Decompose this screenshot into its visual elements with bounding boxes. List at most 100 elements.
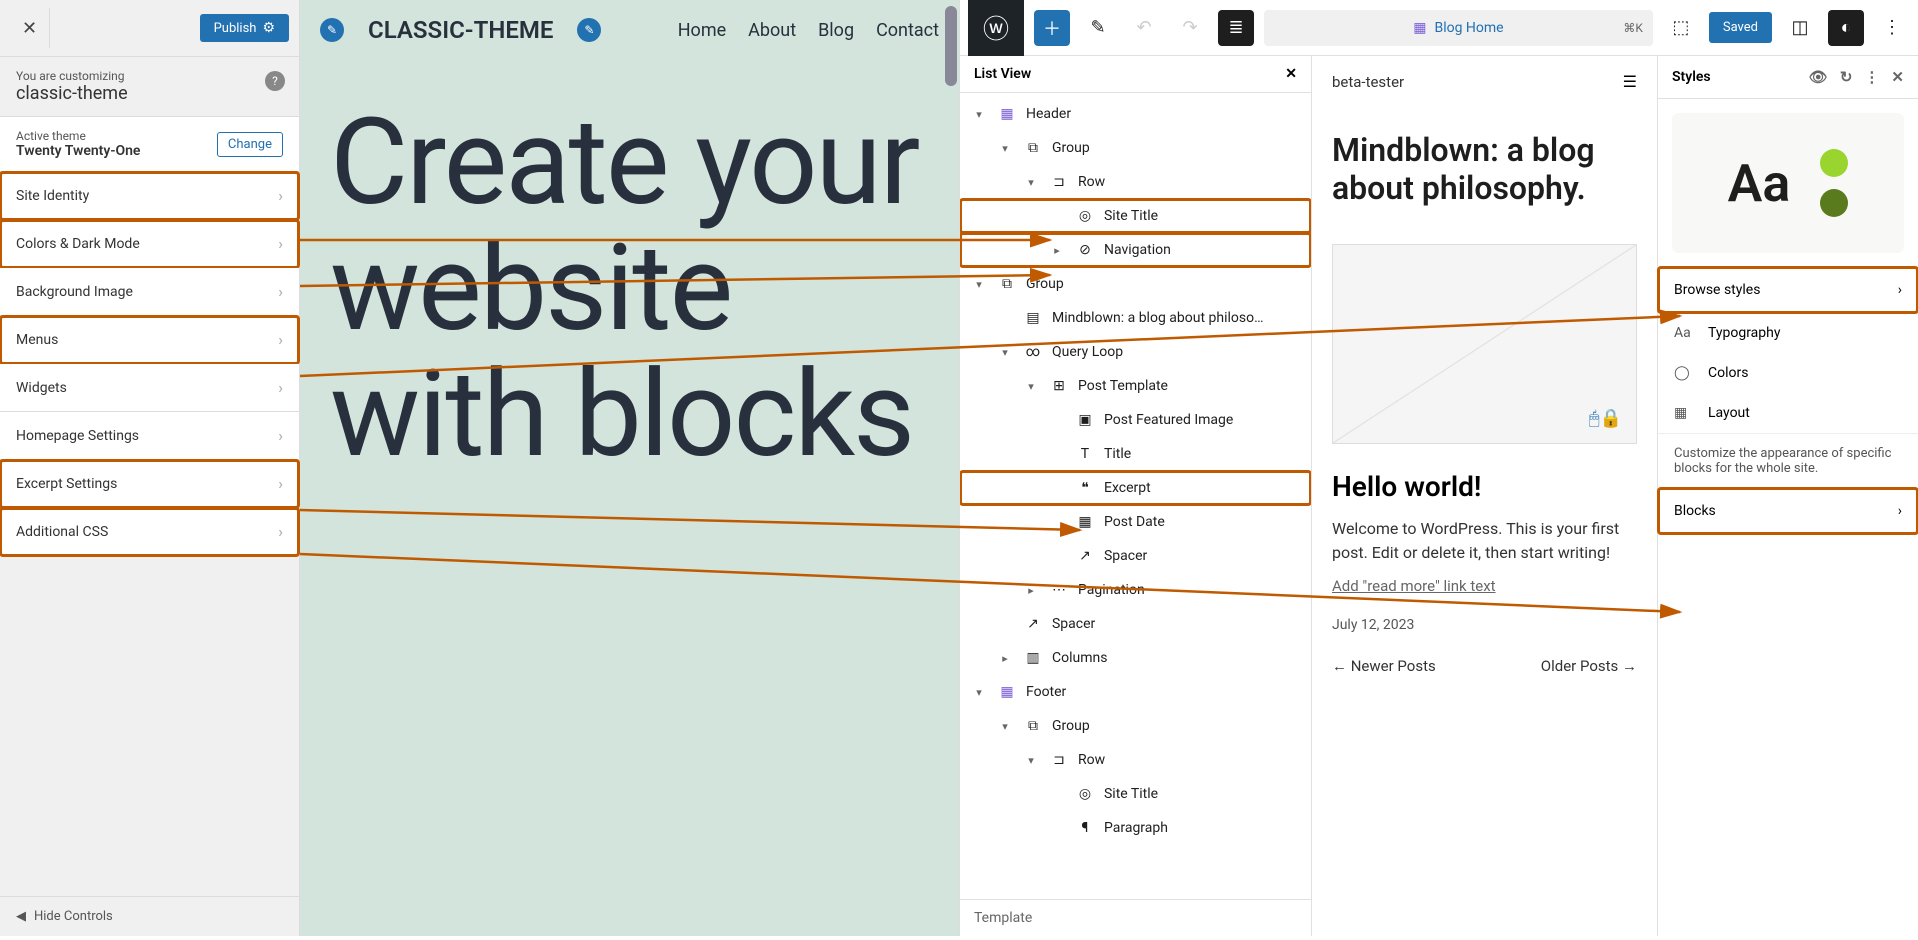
saved-button[interactable]: Saved (1709, 12, 1772, 43)
canvas-heading[interactable]: Mindblown: a blog about philosophy. (1312, 107, 1657, 232)
edit-shortcut-icon[interactable]: ✎ (577, 18, 601, 42)
menu-icon[interactable]: ☰ (1623, 72, 1637, 91)
canvas-site-title[interactable]: beta-tester (1332, 73, 1404, 91)
nav-link-contact[interactable]: Contact (876, 20, 939, 41)
block-icon: ▦ (996, 681, 1018, 703)
tree-post-featured-image[interactable]: ▣Post Featured Image (960, 403, 1311, 437)
tree-group[interactable]: ▾⧉Group (960, 131, 1311, 165)
styles-toggle[interactable]: ◐ (1828, 10, 1864, 46)
block-icon: ⋯ (1048, 579, 1070, 601)
tree-site-title[interactable]: ◎Site Title (960, 777, 1311, 811)
settings-toggle[interactable]: ◫ (1782, 10, 1818, 46)
tree-spacer[interactable]: ↗Spacer (960, 539, 1311, 573)
options-menu[interactable]: ⋮ (1874, 10, 1910, 46)
list-view-toggle[interactable]: ≣ (1218, 10, 1254, 46)
customizer-item-excerpt-settings[interactable]: Excerpt Settings› (0, 460, 299, 508)
block-icon: ⊞ (1048, 375, 1070, 397)
tree-mindblown-a-blog-about-philoso-[interactable]: ▤Mindblown: a blog about philoso… (960, 301, 1311, 335)
canvas-post-title[interactable]: Hello world! (1312, 456, 1657, 517)
editor-canvas[interactable]: beta-tester ☰ Mindblown: a blog about ph… (1312, 56, 1658, 936)
change-theme-button[interactable]: Change (217, 132, 283, 157)
caret-icon: ▾ (970, 278, 988, 291)
tree-title[interactable]: TTitle (960, 437, 1311, 471)
revisions-icon[interactable]: ↻ (1840, 68, 1853, 86)
customizer-item-additional-css[interactable]: Additional CSS› (0, 508, 299, 556)
style-preview: Aa (1672, 113, 1904, 253)
layout-item[interactable]: ▦ Layout (1658, 393, 1918, 433)
block-icon: ▦ (1074, 511, 1096, 533)
tree-query-loop[interactable]: ▾∞Query Loop (960, 335, 1311, 369)
tree-excerpt[interactable]: ❝Excerpt (960, 471, 1311, 505)
customizer-item-colors-dark-mode[interactable]: Colors & Dark Mode› (0, 220, 299, 268)
close-styles[interactable]: ✕ (1891, 68, 1904, 86)
nav-link-blog[interactable]: Blog (818, 20, 854, 41)
nav-link-about[interactable]: About (748, 20, 796, 41)
blocks-label: Blocks (1674, 503, 1716, 519)
caret-icon: ▾ (996, 720, 1014, 733)
preview-scrollbar[interactable] (945, 6, 957, 86)
customizer-item-background-image[interactable]: Background Image › (0, 268, 299, 316)
tree-paragraph[interactable]: ¶Paragraph (960, 811, 1311, 845)
tree-post-date[interactable]: ▦Post Date (960, 505, 1311, 539)
template-footer-label[interactable]: Template (960, 899, 1311, 936)
template-icon: ▦ (1413, 20, 1426, 36)
tree-site-title[interactable]: ◎Site Title (960, 199, 1311, 233)
styles-options-icon[interactable]: ⋮ (1864, 68, 1879, 86)
tree-spacer[interactable]: ↗Spacer (960, 607, 1311, 641)
eye-icon[interactable]: 👁 (1809, 68, 1828, 86)
customizer-item-homepage-settings[interactable]: Homepage Settings› (0, 412, 299, 460)
featured-image-placeholder[interactable]: 🖱🔒 (1332, 244, 1637, 444)
nav-link-home[interactable]: Home (678, 20, 726, 41)
close-list-view[interactable]: ✕ (1285, 66, 1297, 82)
command-bar[interactable]: ▦ Blog Home ⌘K (1264, 10, 1653, 46)
read-more-link[interactable]: Add "read more" link text (1312, 565, 1657, 607)
block-tree: ▾▦Header▾⧉Group▾⊐Row◎Site Title▸⊘Navigat… (960, 93, 1311, 899)
command-bar-label: Blog Home (1434, 20, 1503, 36)
typography-item[interactable]: Aa Typography (1658, 313, 1918, 353)
item-label: Menus (16, 332, 58, 348)
customizer-item-widgets[interactable]: Widgets› (0, 364, 299, 412)
block-icon: ↗ (1022, 613, 1044, 635)
close-customizer[interactable]: ✕ (10, 8, 50, 48)
tree-row[interactable]: ▾⊐Row (960, 165, 1311, 199)
older-posts-link[interactable]: Older Posts → (1541, 657, 1637, 675)
preview-site-title[interactable]: CLASSIC-THEME (368, 16, 553, 44)
caret-icon: ▾ (1022, 754, 1040, 767)
block-icon: ⊐ (1048, 171, 1070, 193)
add-block-button[interactable]: ＋ (1034, 10, 1070, 46)
tree-navigation[interactable]: ▸⊘Navigation (960, 233, 1311, 267)
editor-toolbar: ⓦ ＋ ✎ ↶ ↷ ≣ ▦ Blog Home ⌘K ⬚ Saved ◫ ◐ ⋮ (960, 0, 1918, 56)
tree-post-template[interactable]: ▾⊞Post Template (960, 369, 1311, 403)
tree-group[interactable]: ▾⧉Group (960, 267, 1311, 301)
customizer-item-menus[interactable]: Menus› (0, 316, 299, 364)
tree-columns[interactable]: ▸▥Columns (960, 641, 1311, 675)
blocks-item[interactable]: Blocks › (1658, 488, 1918, 534)
hide-controls[interactable]: ◀ Hide Controls (0, 896, 299, 936)
browse-styles[interactable]: Browse styles › (1658, 267, 1918, 313)
caret-icon: ▸ (996, 652, 1014, 665)
current-theme-name: classic-theme (16, 83, 283, 104)
redo-button[interactable]: ↷ (1172, 10, 1208, 46)
colors-item[interactable]: ◯ Colors (1658, 353, 1918, 393)
edit-shortcut-icon[interactable]: ✎ (320, 18, 344, 42)
tree-header[interactable]: ▾▦Header (960, 97, 1311, 131)
canvas-post-date[interactable]: July 12, 2023 (1312, 607, 1657, 643)
tree-group[interactable]: ▾⧉Group (960, 709, 1311, 743)
canvas-excerpt[interactable]: Welcome to WordPress. This is your first… (1312, 517, 1657, 565)
publish-button[interactable]: Publish ⚙ (200, 14, 289, 42)
tree-pagination[interactable]: ▸⋯Pagination (960, 573, 1311, 607)
chevron-right-icon: › (278, 282, 283, 301)
view-button[interactable]: ⬚ (1663, 10, 1699, 46)
chevron-right-icon: › (278, 522, 283, 541)
newer-posts-link[interactable]: ← Newer Posts (1332, 657, 1436, 675)
undo-button[interactable]: ↶ (1126, 10, 1162, 46)
customizer-item-site-identity[interactable]: Site Identity› (0, 172, 299, 220)
tree-row[interactable]: ▾⊐Row (960, 743, 1311, 777)
caret-icon: ▾ (1022, 176, 1040, 189)
wp-logo[interactable]: ⓦ (968, 0, 1024, 56)
help-icon[interactable]: ? (265, 71, 285, 91)
tree-label: Columns (1052, 650, 1107, 666)
item-label: Background Image (16, 284, 133, 300)
tree-footer[interactable]: ▾▦Footer (960, 675, 1311, 709)
tools-button[interactable]: ✎ (1080, 10, 1116, 46)
